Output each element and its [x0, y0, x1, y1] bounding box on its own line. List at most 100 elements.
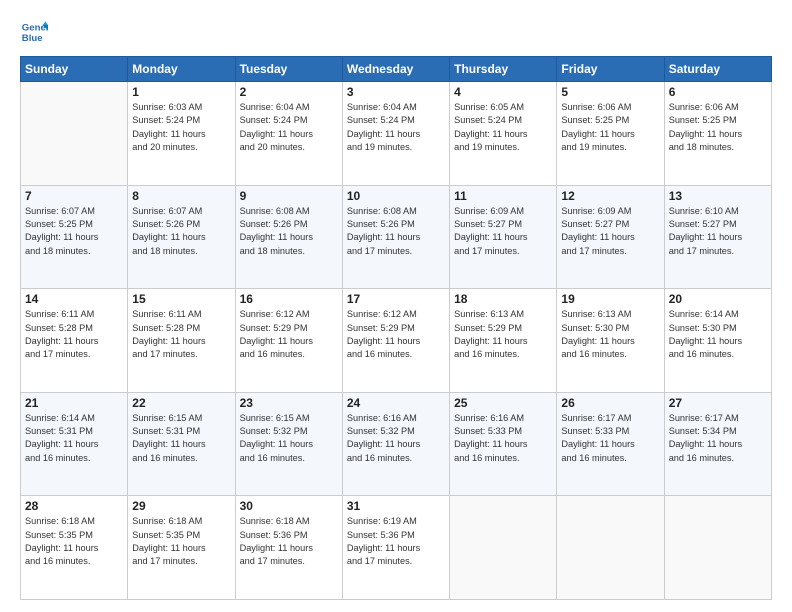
day-info-line: Sunrise: 6:18 AM: [25, 516, 95, 526]
calendar-cell: [664, 496, 771, 600]
day-info-line: Daylight: 11 hours: [347, 129, 420, 139]
weekday-header: Sunday: [21, 57, 128, 82]
day-info: Sunrise: 6:13 AMSunset: 5:29 PMDaylight:…: [454, 308, 552, 361]
day-info-line: Sunrise: 6:14 AM: [669, 309, 739, 319]
day-info-line: Sunset: 5:31 PM: [25, 426, 93, 436]
calendar-cell: 24Sunrise: 6:16 AMSunset: 5:32 PMDayligh…: [342, 392, 449, 496]
day-info-line: Sunrise: 6:16 AM: [454, 413, 524, 423]
day-info-line: Daylight: 11 hours: [454, 336, 527, 346]
calendar-cell: 30 Sunrise: 6:18 AMSunset: 5:36 PMDayligh…: [235, 496, 342, 600]
calendar-cell: [450, 496, 557, 600]
day-info-line: and 19 minutes.: [561, 142, 626, 152]
day-info-line: Sunset: 5:27 PM: [454, 219, 522, 229]
day-info-line: Daylight: 11 hours: [25, 439, 98, 449]
weekday-header: Wednesday: [342, 57, 449, 82]
day-info-line: and 16 minutes.: [669, 453, 734, 463]
day-info-line: Sunrise: 6:18 AM: [240, 516, 310, 526]
day-info-line: Sunset: 5:33 PM: [561, 426, 629, 436]
day-info-line: Sunset: 5:28 PM: [132, 323, 200, 333]
calendar-cell: 6Sunrise: 6:06 AMSunset: 5:25 PMDaylight…: [664, 82, 771, 186]
day-info: Sunrise: 6:09 AMSunset: 5:27 PMDaylight:…: [454, 205, 552, 258]
day-info-line: and 16 minutes.: [25, 453, 90, 463]
day-info: Sunrise: 6:05 AMSunset: 5:24 PMDaylight:…: [454, 101, 552, 154]
day-info-line: and 17 minutes.: [132, 349, 197, 359]
calendar-cell: 10 Sunrise: 6:08 AMSunset: 5:26 PMDayligh…: [342, 185, 449, 289]
weekday-header: Thursday: [450, 57, 557, 82]
day-number: 4: [454, 85, 552, 99]
day-info-line: Daylight: 11 hours: [561, 336, 634, 346]
day-number: 2: [240, 85, 338, 99]
day-number: 10: [347, 189, 445, 203]
day-info-line: Sunrise: 6:07 AM: [25, 206, 95, 216]
calendar-cell: 16Sunrise: 6:12 AMSunset: 5:29 PMDayligh…: [235, 289, 342, 393]
day-info: Sunrise: 6:18 AMSunset: 5:35 PMDaylight:…: [25, 515, 123, 568]
day-info: Sunrise: 6:16 AMSunset: 5:33 PMDaylight:…: [454, 412, 552, 465]
day-info: Sunrise: 6:06 AMSunset: 5:25 PMDaylight:…: [561, 101, 659, 154]
day-info-line: Sunrise: 6:11 AM: [25, 309, 94, 319]
day-number: 12: [561, 189, 659, 203]
day-info-line: Sunset: 5:24 PM: [454, 115, 522, 125]
day-info: Sunrise: 6:10 AMSunset: 5:27 PMDaylight:…: [669, 205, 767, 258]
day-info: Sunrise: 6:14 AMSunset: 5:31 PMDaylight:…: [25, 412, 123, 465]
weekday-header: Saturday: [664, 57, 771, 82]
day-info-line: Daylight: 11 hours: [132, 439, 205, 449]
day-info-line: Sunrise: 6:16 AM: [347, 413, 417, 423]
day-info-line: Sunrise: 6:09 AM: [561, 206, 631, 216]
logo-icon: General Blue: [20, 18, 48, 46]
day-number: 28: [25, 499, 123, 513]
day-info-line: Sunrise: 6:03 AM: [132, 102, 202, 112]
day-info-line: and 17 minutes.: [132, 556, 197, 566]
day-info-line: Sunrise: 6:12 AM: [240, 309, 310, 319]
day-info-line: and 17 minutes.: [454, 246, 519, 256]
day-info-line: Sunset: 5:35 PM: [25, 530, 93, 540]
day-info-line: and 18 minutes.: [240, 246, 305, 256]
day-info-line: and 18 minutes.: [25, 246, 90, 256]
day-info: Sunrise: 6:03 AMSunset: 5:24 PMDaylight:…: [132, 101, 230, 154]
day-info-line: Sunrise: 6:15 AM: [240, 413, 310, 423]
day-info-line: and 20 minutes.: [240, 142, 305, 152]
day-info-line: and 17 minutes.: [669, 246, 734, 256]
day-number: 30: [240, 499, 338, 513]
day-info-line: Sunrise: 6:06 AM: [561, 102, 631, 112]
day-info-line: Sunset: 5:31 PM: [132, 426, 200, 436]
day-info-line: Sunset: 5:25 PM: [561, 115, 629, 125]
day-info-line: Sunset: 5:27 PM: [669, 219, 737, 229]
day-info: Sunrise: 6:08 AMSunset: 5:26 PMDaylight:…: [347, 205, 445, 258]
calendar-cell: 3Sunrise: 6:04 AMSunset: 5:24 PMDaylight…: [342, 82, 449, 186]
day-info: Sunrise: 6:12 AMSunset: 5:29 PMDaylight:…: [347, 308, 445, 361]
day-info-line: Daylight: 11 hours: [669, 129, 742, 139]
day-info-line: Sunrise: 6:12 AM: [347, 309, 417, 319]
day-info: Sunrise: 6:17 AMSunset: 5:34 PMDaylight:…: [669, 412, 767, 465]
day-number: 21: [25, 396, 123, 410]
day-number: 22: [132, 396, 230, 410]
day-info-line: Daylight: 11 hours: [561, 439, 634, 449]
day-info: Sunrise: 6:14 AMSunset: 5:30 PMDaylight:…: [669, 308, 767, 361]
calendar-cell: 21 Sunrise: 6:14 AMSunset: 5:31 PMDayligh…: [21, 392, 128, 496]
day-info-line: Daylight: 11 hours: [25, 232, 98, 242]
day-info-line: Sunset: 5:26 PM: [347, 219, 415, 229]
day-number: 29: [132, 499, 230, 513]
day-info-line: Sunset: 5:27 PM: [561, 219, 629, 229]
day-info-line: and 16 minutes.: [669, 349, 734, 359]
day-info-line: Daylight: 11 hours: [240, 543, 313, 553]
day-info-line: Sunset: 5:35 PM: [132, 530, 200, 540]
day-info-line: Daylight: 11 hours: [347, 439, 420, 449]
calendar-cell: 12Sunrise: 6:09 AMSunset: 5:27 PMDayligh…: [557, 185, 664, 289]
day-info-line: Sunrise: 6:13 AM: [561, 309, 631, 319]
day-info: Sunrise: 6:18 AMSunset: 5:35 PMDaylight:…: [132, 515, 230, 568]
calendar-cell: 19Sunrise: 6:13 AMSunset: 5:30 PMDayligh…: [557, 289, 664, 393]
day-info: Sunrise: 6:18 AMSunset: 5:36 PMDaylight:…: [240, 515, 338, 568]
day-number: 27: [669, 396, 767, 410]
day-info-line: Sunset: 5:36 PM: [347, 530, 415, 540]
day-info-line: Daylight: 11 hours: [132, 336, 205, 346]
day-number: 23: [240, 396, 338, 410]
day-info-line: Sunset: 5:33 PM: [454, 426, 522, 436]
day-number: 15: [132, 292, 230, 306]
day-info: Sunrise: 6:11 AMSunset: 5:28 PMDaylight:…: [25, 308, 123, 361]
day-info-line: Sunrise: 6:04 AM: [240, 102, 310, 112]
day-info-line: Daylight: 11 hours: [454, 129, 527, 139]
day-info-line: Sunset: 5:26 PM: [240, 219, 308, 229]
calendar-cell: 27 Sunrise: 6:17 AMSunset: 5:34 PMDayligh…: [664, 392, 771, 496]
day-number: 1: [132, 85, 230, 99]
calendar-cell: 23Sunrise: 6:15 AMSunset: 5:32 PMDayligh…: [235, 392, 342, 496]
